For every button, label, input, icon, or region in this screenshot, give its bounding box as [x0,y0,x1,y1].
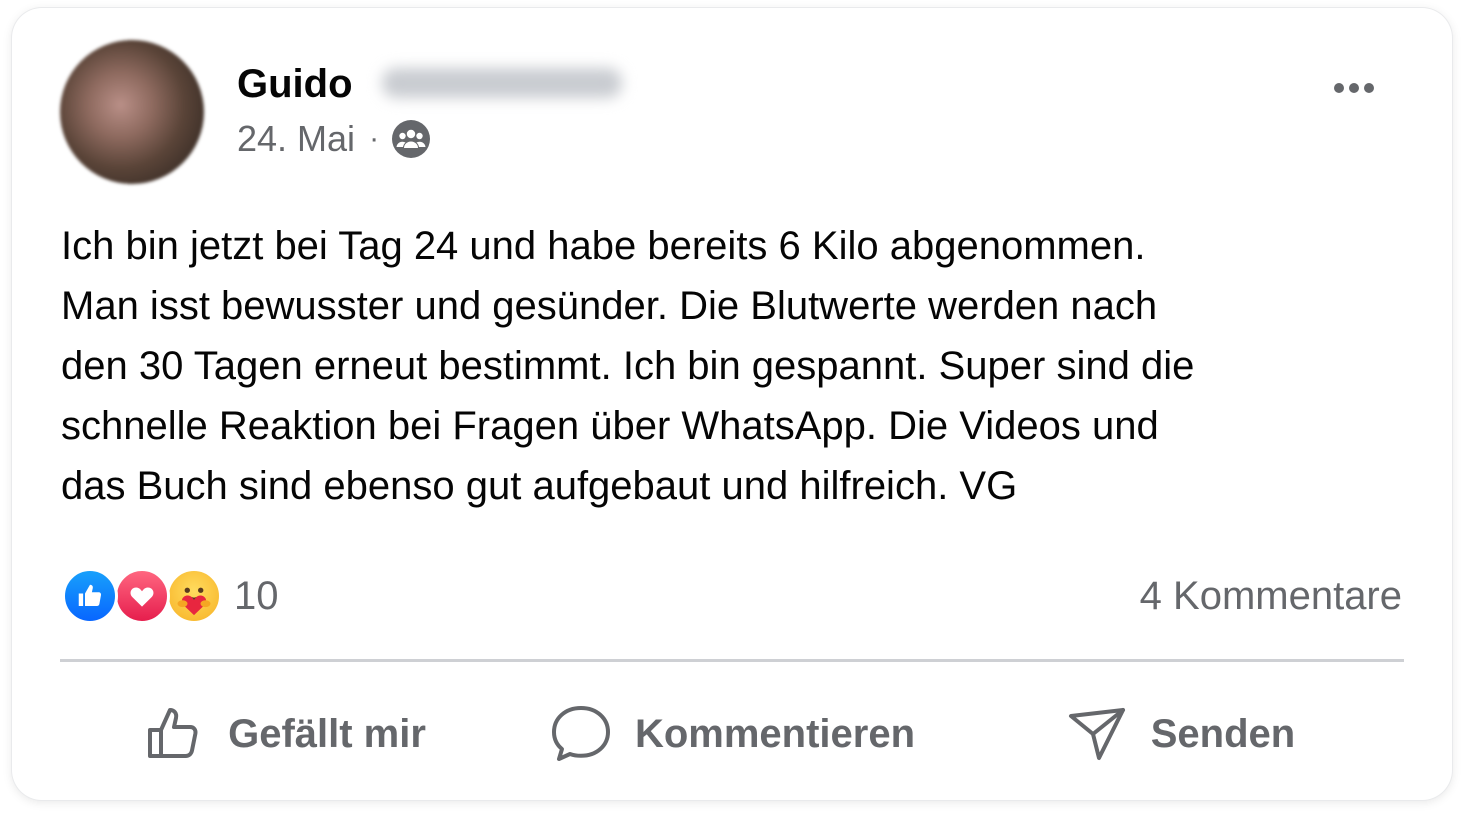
send-button[interactable]: Senden [956,688,1404,780]
like-button-label: Gefällt mir [228,711,426,756]
more-options-button[interactable] [1322,68,1386,108]
post-text: Ich bin jetzt bei Tag 24 und habe bereit… [61,224,1195,508]
author-surname-redacted [382,68,622,98]
love-reaction-icon [114,568,170,624]
send-icon [1068,708,1125,760]
like-button[interactable]: Gefällt mir [60,688,508,780]
author-avatar[interactable] [60,40,204,184]
post-actions: Gefällt mir Kommentieren Senden [60,688,1404,780]
group-icon[interactable] [391,119,431,159]
reaction-icons [62,566,228,626]
send-button-label: Senden [1150,711,1296,756]
thumbs-up-icon [148,708,198,758]
comment-button[interactable]: Kommentieren [508,688,956,780]
post-date[interactable]: 24. Mai [237,118,355,160]
post-meta: 24. Mai · [237,116,431,162]
comment-button-label: Kommentieren [634,711,916,756]
more-dot-icon [1349,83,1359,93]
more-dot-icon [1364,83,1374,93]
meta-separator: · [369,122,380,155]
reaction-count: 10 [234,573,279,618]
care-reaction-icon [166,568,222,624]
like-reaction-icon [62,568,118,624]
divider [60,659,1404,662]
comments-count-link[interactable]: 4 Kommentare [1140,568,1402,624]
more-dot-icon [1334,83,1344,93]
reactions-summary[interactable]: 10 [62,566,279,626]
post-card: Guido 24. Mai · Ich bin jetzt bei Tag 24… [12,8,1452,800]
author-name[interactable]: Guido [237,60,353,108]
comment-bubble-icon [551,706,610,761]
